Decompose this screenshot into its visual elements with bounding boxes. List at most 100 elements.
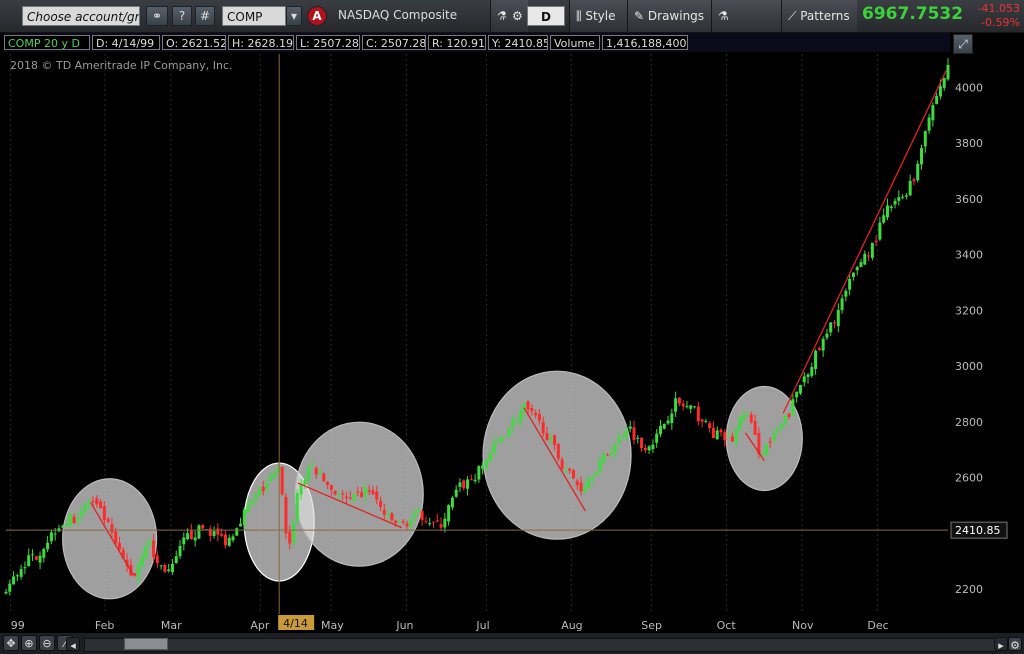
candle-body	[431, 521, 435, 523]
candle-body	[749, 414, 753, 422]
candle-body	[276, 468, 280, 473]
candle-body	[840, 298, 844, 310]
zoom-out-button[interactable]: ⊖	[39, 635, 55, 651]
volume-bar	[863, 373, 867, 614]
chart-expand-button[interactable]: ⤢	[953, 34, 973, 54]
candle-body	[590, 477, 594, 480]
volume-bar	[503, 454, 507, 614]
help-button[interactable]: ?	[172, 6, 192, 26]
volume-bar	[683, 445, 687, 614]
studies-button[interactable]: ⚗ Studies	[711, 0, 781, 55]
candle-body	[416, 509, 420, 512]
candle-body	[689, 405, 693, 409]
volume-bar	[228, 459, 232, 614]
zoom-in-button[interactable]: ⊕	[21, 635, 37, 651]
candle-body	[8, 583, 12, 592]
candle-body	[208, 528, 212, 536]
volume-bar	[688, 448, 692, 614]
candle-body	[72, 516, 76, 524]
candle-body	[647, 446, 651, 451]
volume-bar	[678, 416, 682, 614]
scroll-right-button[interactable]: ▸	[994, 637, 1008, 652]
drawings-button[interactable]: ✎ Drawings	[627, 0, 711, 32]
trend-lines	[6, 54, 948, 614]
y-tick-label: 2600	[955, 471, 983, 484]
scrollbar-thumb[interactable]	[124, 638, 168, 650]
account-selector[interactable]: Choose account/gr...	[22, 6, 140, 26]
volume-bar	[646, 399, 650, 614]
candle-body	[163, 564, 167, 572]
settings-button[interactable]: ⚙	[1008, 637, 1022, 652]
volume-label: Volume	[550, 35, 600, 50]
volume-bar	[741, 399, 745, 614]
pattern-annotations	[62, 370, 803, 600]
candle-body	[341, 493, 345, 495]
alert-button[interactable]: A	[307, 6, 327, 26]
candle-body	[904, 195, 908, 197]
volume-bar	[455, 435, 460, 614]
candle-body	[53, 533, 57, 535]
style-button[interactable]: ⫼ Style	[569, 0, 627, 32]
candle-body	[670, 413, 674, 424]
candle-body	[42, 548, 46, 558]
link-icon: ⚭	[151, 9, 163, 23]
gear-icon: ⚙	[1010, 639, 1020, 652]
candle-body	[114, 531, 118, 544]
candle-body	[242, 509, 246, 525]
volume-bar	[752, 415, 756, 614]
candle-body	[795, 391, 799, 398]
volume-bar	[921, 414, 925, 614]
pattern-circle	[725, 385, 803, 492]
open-value: O: 2621.52	[162, 35, 226, 50]
hash-button[interactable]: #	[195, 6, 215, 26]
volume-bar	[662, 450, 666, 614]
gear-button[interactable]: ⚙	[506, 0, 528, 32]
candle-body	[413, 512, 417, 517]
drawing-set-selector[interactable]: D	[527, 6, 565, 26]
scroll-left-button[interactable]: ◂	[66, 637, 80, 652]
bottom-toolbar: ✥ ⊕ ⊖ ⁄ ◂ ▸ ⚙	[0, 633, 1024, 654]
candle-body	[541, 421, 545, 434]
candle-body	[360, 492, 364, 497]
candle-body	[859, 262, 863, 267]
volume-bar	[916, 378, 920, 614]
volume-bar	[111, 399, 116, 614]
candle-body	[159, 565, 163, 567]
volume-bar	[598, 402, 603, 614]
candle-body	[878, 222, 882, 240]
patterns-icon: ⟋	[788, 9, 797, 23]
candle-body	[261, 486, 265, 491]
patterns-button[interactable]: ⟋ Patterns	[781, 0, 857, 32]
price-chart[interactable]: 2200 2400 2600 2800 3000 3200 3400 3600 3800 4000…	[0, 0, 1024, 654]
candle-body	[136, 564, 140, 579]
volume-bar	[826, 395, 830, 614]
candle-body	[49, 532, 53, 542]
candle-body	[46, 542, 50, 550]
volume-bar	[651, 462, 655, 614]
pan-button[interactable]: ✥	[3, 635, 19, 651]
candle-body	[91, 500, 95, 502]
link-button[interactable]: ⚭	[146, 6, 168, 26]
volume-bar	[312, 438, 317, 614]
symbol-input[interactable]: COMP	[222, 6, 286, 26]
candle-body	[738, 417, 742, 430]
candle-body	[560, 459, 564, 469]
volume-bar	[133, 399, 137, 614]
volume-bar	[328, 426, 333, 614]
candle-body	[284, 496, 288, 534]
candle-body	[723, 432, 727, 441]
symbol-dropdown-button[interactable]: ▾	[286, 6, 302, 26]
candle-body	[246, 504, 250, 513]
candle-body	[624, 430, 628, 438]
volume-bar	[381, 415, 386, 614]
volume-bar	[138, 415, 142, 614]
candle-body	[500, 437, 504, 443]
y-tick-label: 2400	[955, 527, 983, 540]
period-label[interactable]: COMP 20 y D	[4, 35, 90, 50]
volume-bar	[514, 402, 518, 614]
time-scrollbar[interactable]	[84, 638, 996, 652]
volume-bar	[715, 414, 719, 614]
candle-body	[201, 525, 205, 529]
candle-body	[526, 401, 530, 410]
pattern-circle	[62, 478, 158, 600]
